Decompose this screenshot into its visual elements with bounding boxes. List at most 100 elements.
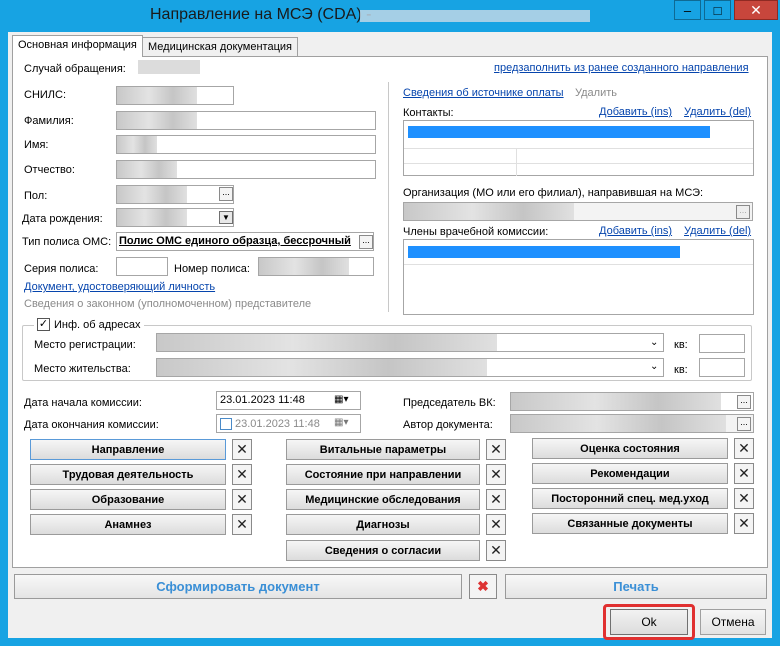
- contacts-delete-link[interactable]: Удалить (del): [684, 106, 751, 118]
- payment-source-link[interactable]: Сведения об источнике оплаты: [403, 87, 564, 99]
- calendar-icon[interactable]: ▦▾: [334, 394, 348, 405]
- res-apt-label: кв:: [674, 364, 688, 376]
- tab-main-info[interactable]: Основная информация: [12, 35, 143, 57]
- org-ellipsis-button: ...: [736, 205, 750, 219]
- close-icon[interactable]: ✕: [486, 489, 506, 510]
- address-group-header: ✓ Инф. об адресах: [34, 318, 144, 331]
- registration-label: Место регистрации:: [34, 339, 136, 351]
- surname-label: Фамилия:: [24, 115, 74, 127]
- name-field[interactable]: [116, 135, 376, 154]
- state-button[interactable]: Состояние при направлении: [286, 464, 480, 485]
- close-icon[interactable]: ✕: [734, 438, 754, 459]
- close-icon[interactable]: ✕: [734, 463, 754, 484]
- end-date-label: Дата окончания комиссии:: [24, 419, 159, 431]
- window-title: Направление на МСЭ (CDA) -: [150, 6, 372, 23]
- chevron-down-icon[interactable]: ⌄: [650, 361, 658, 372]
- address-group-label: Инф. об адресах: [54, 318, 141, 331]
- close-icon[interactable]: ✕: [486, 464, 506, 485]
- policy-series-field[interactable]: [116, 257, 168, 276]
- author-field[interactable]: [510, 414, 754, 433]
- author-label: Автор документа:: [403, 419, 493, 431]
- end-date-checkbox[interactable]: [220, 417, 232, 430]
- assessment-button[interactable]: Оценка состояния: [532, 438, 728, 459]
- snils-label: СНИЛС:: [24, 89, 67, 101]
- chair-field[interactable]: [510, 392, 754, 411]
- vitals-button[interactable]: Витальные параметры: [286, 439, 480, 460]
- close-icon[interactable]: ✕: [232, 514, 252, 535]
- org-field[interactable]: [403, 202, 753, 221]
- surname-field[interactable]: [116, 111, 376, 130]
- anamnesis-button[interactable]: Анамнез: [30, 514, 226, 535]
- policy-number-label: Номер полиса:: [174, 263, 250, 275]
- policy-type-label: Тип полиса ОМС:: [22, 236, 112, 248]
- snils-field[interactable]: [116, 86, 234, 105]
- selected-commission-row[interactable]: [408, 246, 680, 258]
- commission-grid[interactable]: [403, 239, 754, 315]
- prefill-link[interactable]: предзаполнить из ранее созданного направ…: [494, 62, 749, 74]
- selected-contact-row[interactable]: [408, 126, 710, 138]
- case-value: [138, 60, 200, 74]
- close-icon[interactable]: ✕: [734, 513, 754, 534]
- case-label: Случай обращения:: [24, 63, 126, 75]
- recommendations-button[interactable]: Рекомендации: [532, 463, 728, 484]
- contacts-grid[interactable]: [403, 120, 754, 176]
- address-checkbox[interactable]: ✓: [37, 318, 50, 331]
- direction-button[interactable]: Направление: [30, 439, 226, 460]
- residence-field[interactable]: [156, 358, 664, 377]
- diagnoses-button[interactable]: Диагнозы: [286, 514, 480, 535]
- print-button[interactable]: Печать: [505, 574, 767, 599]
- close-icon[interactable]: ✕: [232, 439, 252, 460]
- birthdate-label: Дата рождения:: [22, 213, 103, 225]
- form-document-button[interactable]: Сформировать документ: [14, 574, 462, 599]
- close-icon[interactable]: ✕: [486, 514, 506, 535]
- close-icon[interactable]: ✕: [486, 540, 506, 561]
- minimize-button[interactable]: –: [674, 0, 701, 20]
- reg-apt-label: кв:: [674, 339, 688, 351]
- linked-docs-button[interactable]: Связанные документы: [532, 513, 728, 534]
- contacts-add-link[interactable]: Добавить (ins): [599, 106, 672, 118]
- residence-label: Место жительства:: [34, 363, 131, 375]
- exams-button[interactable]: Медицинские обследования: [286, 489, 480, 510]
- divider: [388, 82, 389, 312]
- delete-document-icon[interactable]: ✖: [469, 574, 497, 599]
- gender-ellipsis-button[interactable]: ...: [219, 187, 233, 201]
- patronymic-label: Отчество:: [24, 164, 75, 176]
- close-icon[interactable]: ✕: [232, 489, 252, 510]
- close-icon[interactable]: ✕: [232, 464, 252, 485]
- author-ellipsis-button[interactable]: ...: [737, 417, 751, 431]
- gender-field[interactable]: [116, 185, 234, 204]
- birthdate-field[interactable]: [116, 208, 234, 227]
- close-button[interactable]: ✕: [734, 0, 778, 20]
- chair-label: Председатель ВК:: [403, 397, 496, 409]
- legal-rep-label[interactable]: Сведения о законном (уполномоченном) пре…: [24, 298, 311, 310]
- commission-delete-link[interactable]: Удалить (del): [684, 225, 751, 237]
- chevron-down-icon[interactable]: ⌄: [650, 337, 658, 348]
- policy-type-field[interactable]: Полис ОМС единого образца, бессрочный: [116, 232, 374, 251]
- commission-label: Члены врачебной комиссии:: [403, 226, 549, 238]
- policy-number-field[interactable]: [258, 257, 374, 276]
- education-button[interactable]: Образование: [30, 489, 226, 510]
- registration-field[interactable]: [156, 333, 664, 352]
- outside-care-button[interactable]: Посторонний спец. мед.уход: [532, 488, 728, 509]
- close-icon[interactable]: ✕: [734, 488, 754, 509]
- gender-label: Пол:: [24, 190, 48, 202]
- end-date-value: 23.01.2023 11:48: [235, 417, 320, 430]
- close-icon[interactable]: ✕: [486, 439, 506, 460]
- id-document-link[interactable]: Документ, удостоверяющий личность: [24, 281, 215, 293]
- org-label: Организация (МО или его филиал), направи…: [403, 187, 704, 199]
- reg-apt-field[interactable]: [699, 334, 745, 353]
- calendar-icon[interactable]: ▦▾: [334, 417, 348, 428]
- start-date-label: Дата начала комиссии:: [24, 397, 142, 409]
- chair-ellipsis-button[interactable]: ...: [737, 395, 751, 409]
- maximize-button[interactable]: □: [704, 0, 731, 20]
- chevron-down-icon[interactable]: ▼: [219, 211, 233, 224]
- commission-add-link[interactable]: Добавить (ins): [599, 225, 672, 237]
- ok-button[interactable]: Ok: [610, 609, 688, 635]
- cancel-button[interactable]: Отмена: [700, 609, 766, 635]
- tab-medical-docs[interactable]: Медицинская документация: [142, 37, 298, 57]
- consent-button[interactable]: Сведения о согласии: [286, 540, 480, 561]
- patronymic-field[interactable]: [116, 160, 376, 179]
- labor-button[interactable]: Трудовая деятельность: [30, 464, 226, 485]
- policy-ellipsis-button[interactable]: ...: [359, 235, 373, 249]
- res-apt-field[interactable]: [699, 358, 745, 377]
